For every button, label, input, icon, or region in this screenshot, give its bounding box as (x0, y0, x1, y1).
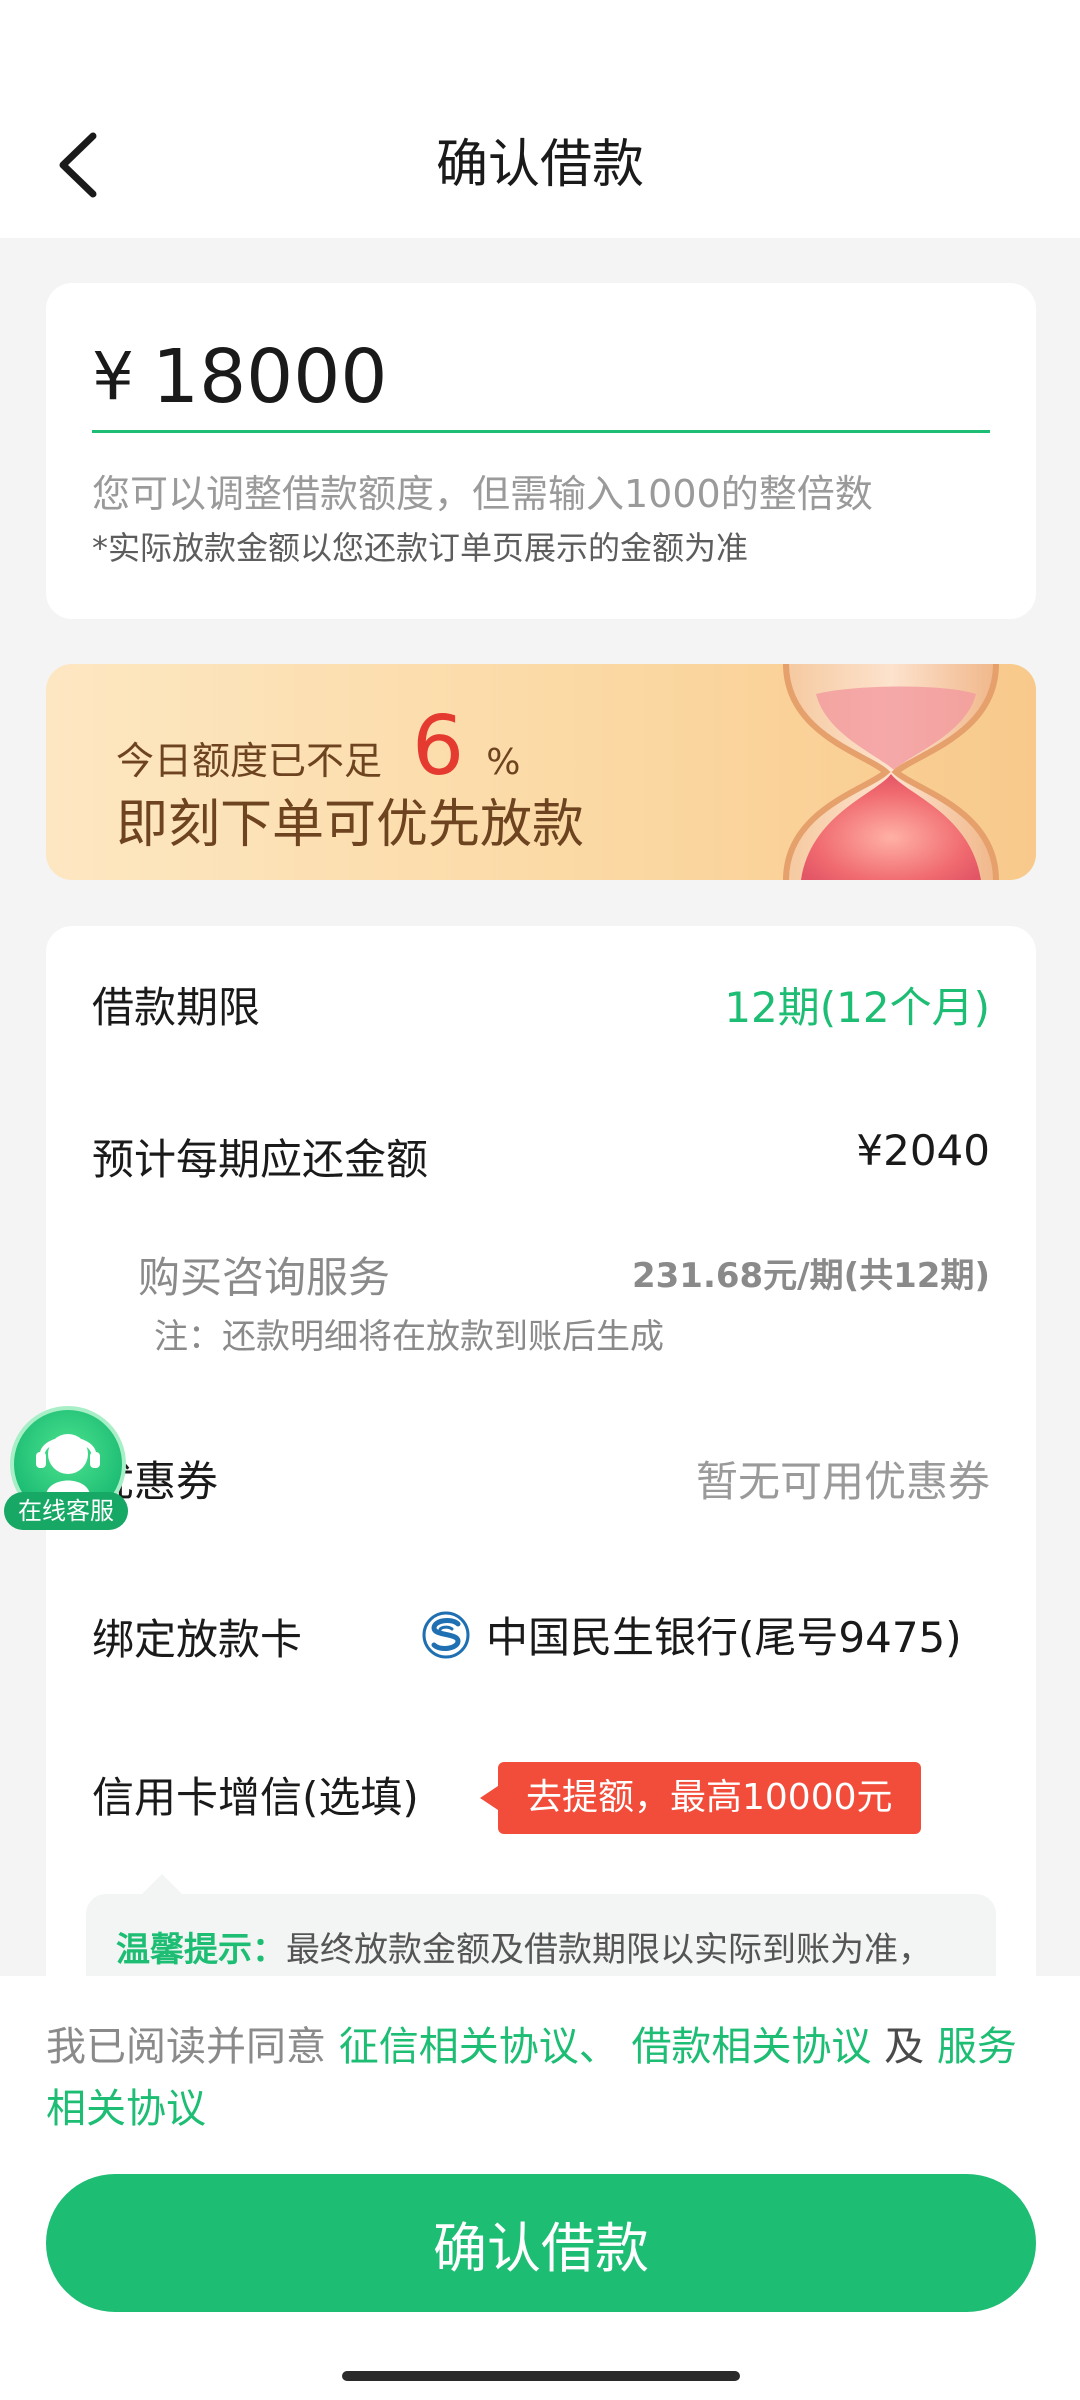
monthly-label: 预计每期应还金额 (92, 1135, 429, 1184)
loan-details-card: 借款期限 12期(12个月) 预计每期应还金额 ¥2040 购买咨询服务 231… (46, 926, 1036, 2034)
monthly-value: ¥2040 (856, 1126, 990, 1175)
amount-input[interactable]: ¥ 18000 (92, 323, 990, 433)
home-indicator[interactable] (342, 2371, 740, 2381)
bank-logo-icon (422, 1611, 470, 1658)
bank-name: 中国民生银行(尾号9475) (486, 1613, 962, 1662)
coupon-value[interactable]: 暂无可用优惠券 (696, 1448, 990, 1509)
tip-label: 温馨提示： (116, 1930, 286, 1970)
bank-card-label: 绑定放款卡 (92, 1615, 303, 1664)
credit-boost-tag[interactable]: 去提额，最高10000元 (480, 1762, 921, 1834)
promo-percent-sign: % (486, 742, 521, 783)
amount-hint: 您可以调整借款额度，但需输入1000的整倍数 (92, 472, 873, 516)
bank-card-selector[interactable]: 中国民生银行(尾号9475) (422, 1604, 962, 1665)
service-value: 231.68元/期(共12期) (631, 1256, 990, 1296)
promo-text: 今日额度已不足 (116, 739, 383, 783)
currency-symbol: ¥ (92, 338, 134, 415)
credit-agreement-link[interactable]: 征信相关协议、 (339, 2024, 619, 2070)
agreement-joiner: 及 (884, 2024, 925, 2070)
confirm-loan-label: 确认借款 (433, 2216, 649, 2280)
credit-label: 信用卡增信(选填) (92, 1773, 419, 1822)
loan-agreement-link[interactable]: 借款相关协议 (631, 2024, 871, 2070)
term-label: 借款期限 (92, 983, 261, 1032)
page-title: 确认借款 (435, 135, 644, 195)
amount-card: ¥ 18000 您可以调整借款额度，但需输入1000的整倍数 *实际放款金额以您… (46, 283, 1036, 619)
hourglass-icon (783, 664, 999, 880)
service-label: 购买咨询服务 (138, 1253, 391, 1302)
promo-line1: 今日额度已不足 6 % (116, 702, 520, 792)
service-note: 注：还款明细将在放款到账后生成 (154, 1317, 664, 1357)
confirm-loan-button[interactable]: 确认借款 (46, 2174, 1036, 2312)
promo-percent: 6 (412, 699, 465, 794)
promo-headline: 即刻下单可优先放款 (116, 795, 585, 855)
bottom-bar: 我已阅读并同意 征信相关协议、 借款相关协议 及 服务相关协议 确认借款 (0, 1976, 1080, 2400)
amount-note: *实际放款金额以您还款订单页展示的金额为准 (92, 529, 749, 567)
header-bar: 确认借款 (0, 0, 1080, 238)
online-service-button[interactable]: 在线客服 (4, 1406, 128, 1530)
agreement-prefix: 我已阅读并同意 (46, 2024, 326, 2070)
online-service-label: 在线客服 (4, 1492, 128, 1530)
agreement-text: 我已阅读并同意 征信相关协议、 借款相关协议 及 服务相关协议 (46, 2016, 1036, 2140)
amount-value[interactable]: 18000 (152, 334, 387, 420)
tip-text: 最终放款金额及借款期限以实际到账为准， (286, 1930, 932, 1970)
promo-banner: 今日额度已不足 6 % 即刻下单可优先放款 (46, 664, 1036, 880)
term-value[interactable]: 12期(12个月) (724, 974, 990, 1035)
